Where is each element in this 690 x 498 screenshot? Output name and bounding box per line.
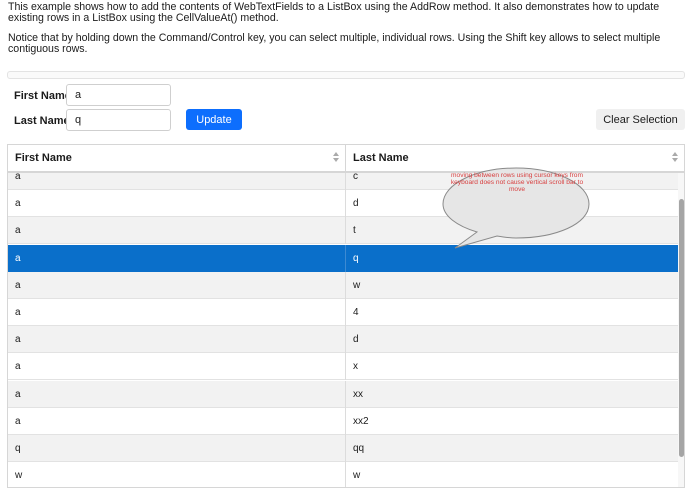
intro-paragraph-2: Notice that by holding down the Command/… <box>8 32 661 55</box>
cell-last-name: 4 <box>353 307 359 318</box>
cell-first-name: a <box>8 326 346 354</box>
cell-first-name: a <box>8 380 346 408</box>
column-header-first-name[interactable]: First Name <box>8 145 346 171</box>
table-row[interactable]: a4 <box>8 299 678 326</box>
table-row[interactable]: ax <box>8 353 678 381</box>
cell-first-name: w <box>8 462 346 487</box>
divider <box>7 71 685 79</box>
cell-last-name: xx <box>353 388 363 400</box>
cell-first-name: a <box>8 190 346 218</box>
cell-first-name: a <box>8 271 346 299</box>
intro-text: This example shows how to add the conten… <box>8 2 678 64</box>
cell-first-name: a <box>8 299 346 326</box>
cell-last-name: qq <box>353 443 365 454</box>
cell-last-name: xx2 <box>353 415 369 427</box>
update-button[interactable]: Update <box>186 109 242 130</box>
column-header-label: Last Name <box>353 152 409 164</box>
cell-first-name: a <box>8 244 346 272</box>
table-row[interactable]: a xx2 <box>8 407 678 435</box>
sort-icon[interactable] <box>672 152 678 164</box>
cell-first-name: a <box>8 217 346 245</box>
cell-first-name: q <box>8 435 346 462</box>
last-name-label: Last Name: <box>14 115 74 127</box>
cell-first-name: a <box>8 353 346 381</box>
cell-first-name: a <box>8 407 346 435</box>
intro-paragraph-1: This example shows how to add the conten… <box>8 1 660 24</box>
vertical-scrollbar-thumb[interactable] <box>679 199 684 457</box>
last-name-field[interactable] <box>66 109 171 131</box>
cell-last-name: w <box>353 279 361 291</box>
cell-first-name: a <box>8 173 346 190</box>
table-row[interactable]: aw <box>8 271 678 299</box>
clear-selection-button[interactable]: Clear Selection <box>596 109 685 130</box>
first-name-field[interactable] <box>66 84 171 106</box>
column-header-label: First Name <box>15 152 72 164</box>
cell-last-name: x <box>353 361 358 373</box>
table-row[interactable]: a xx <box>8 380 678 408</box>
cell-last-name: w <box>353 470 361 482</box>
sort-icon[interactable] <box>333 152 339 164</box>
table-row[interactable]: ww <box>8 462 678 487</box>
cell-last-name: d <box>353 334 359 346</box>
table-row[interactable]: q qq <box>8 435 678 462</box>
table-row[interactable]: ad <box>8 326 678 354</box>
annotation-text: moving between rows using cursor keys fr… <box>450 172 584 194</box>
